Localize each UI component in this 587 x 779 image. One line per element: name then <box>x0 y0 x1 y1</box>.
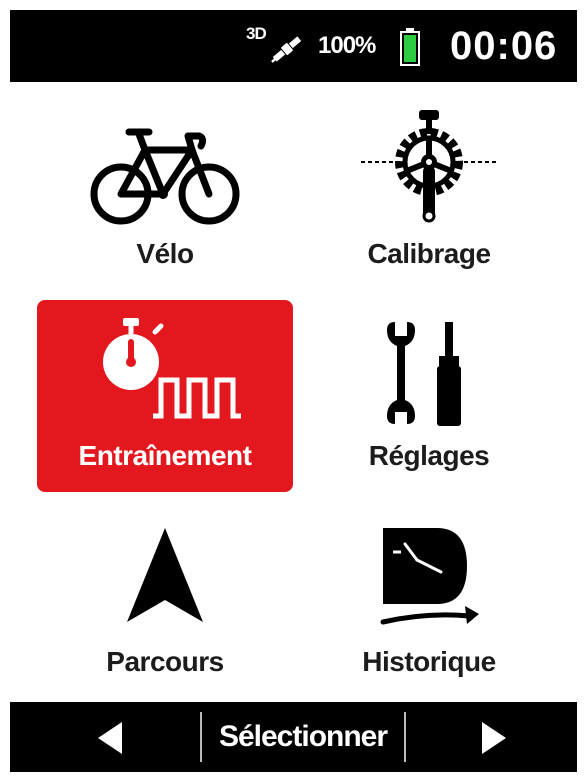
battery-icon <box>400 28 420 66</box>
battery-percent: 100% <box>318 32 376 59</box>
status-bar: 3D 100% 00:06 <box>10 10 577 82</box>
wrench-screwdriver-icon <box>387 322 461 426</box>
menu-item-label: Historique <box>362 646 496 677</box>
menu-item-label: Parcours <box>106 646 224 677</box>
previous-button[interactable] <box>74 702 144 772</box>
menu-item-label: Entraînement <box>78 440 252 471</box>
menu-item-reglages[interactable]: Réglages <box>301 300 557 492</box>
menu-item-parcours[interactable]: Parcours <box>37 506 293 698</box>
next-button[interactable] <box>458 702 528 772</box>
satellite-icon <box>271 36 302 63</box>
menu-item-label: Calibrage <box>367 238 491 269</box>
menu-item-historique[interactable]: Historique <box>301 506 557 698</box>
menu-item-label: Vélo <box>136 238 194 269</box>
select-button[interactable]: Sélectionner <box>200 712 406 762</box>
arrow-right-icon <box>482 722 506 754</box>
chainring-icon <box>361 110 497 223</box>
menu-item-calibrage[interactable]: Calibrage <box>301 100 557 292</box>
menu-item-label: Réglages <box>368 440 490 471</box>
gps-fix-label: 3D <box>246 24 267 43</box>
stopwatch-intervals-icon <box>103 318 241 419</box>
menu-item-entrainement[interactable]: Entraînement <box>37 300 293 492</box>
bicycle-icon <box>90 128 240 225</box>
bottom-bar: Sélectionner <box>10 702 577 772</box>
clock: 00:06 <box>450 24 558 68</box>
navigation-arrow-icon <box>127 528 203 622</box>
menu-item-velo[interactable]: Vélo <box>37 100 293 292</box>
history-clock-icon <box>380 528 479 625</box>
device-screen: 3D 100% 00:06 Vélo Calibrage Entraînemen… <box>0 0 587 779</box>
arrow-left-icon <box>98 722 122 754</box>
gps-status: 3D <box>246 24 306 68</box>
